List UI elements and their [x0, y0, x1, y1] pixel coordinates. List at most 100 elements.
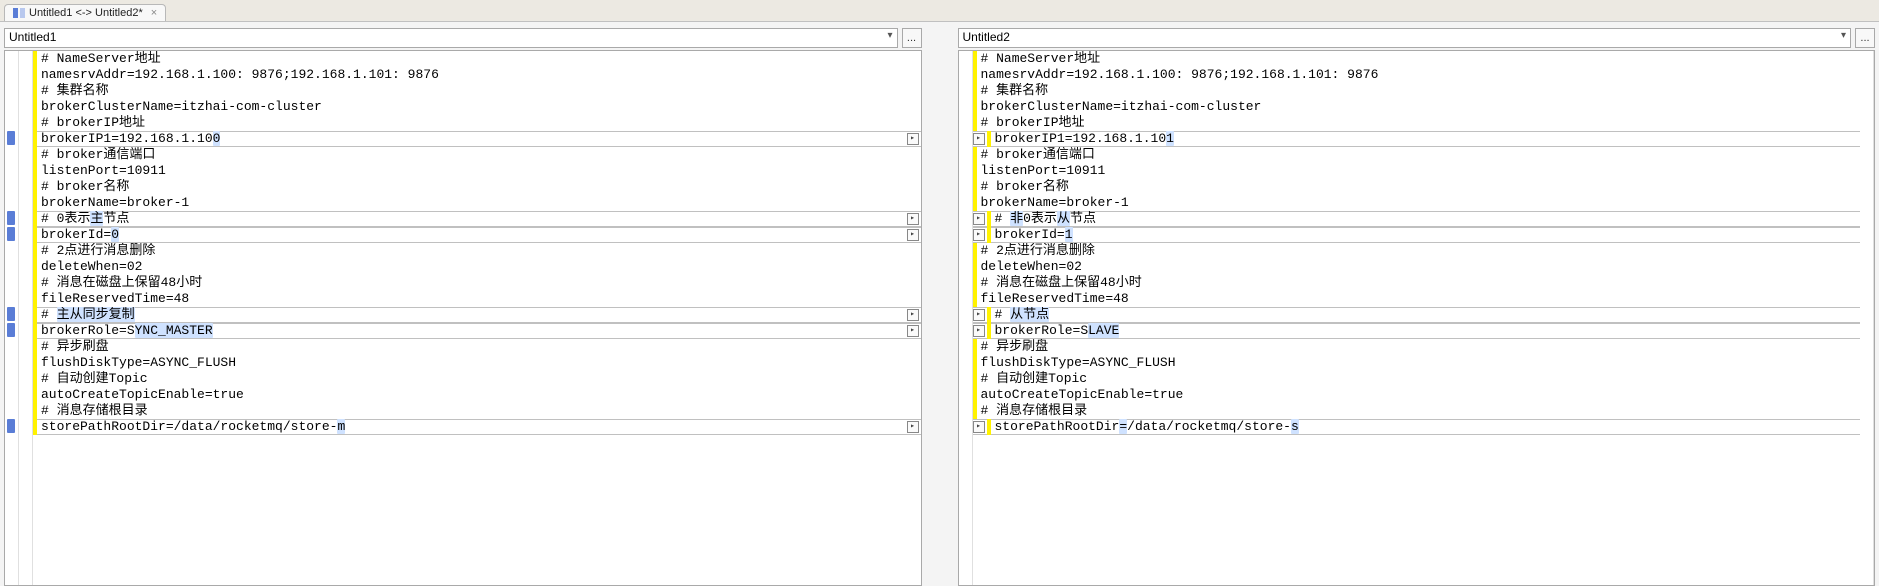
line-text: # 消息存储根目录: [37, 403, 921, 419]
code-line[interactable]: namesrvAddr=192.168.1.100: 9876;192.168.…: [973, 67, 1861, 83]
code-line[interactable]: brokerName=broker‐1: [973, 195, 1861, 211]
line-text: storePathRootDir=/data/rocketmq/store-s: [991, 419, 1861, 435]
code-line[interactable]: flushDiskType=ASYNC_FLUSH: [973, 355, 1861, 371]
diff-jump-icon[interactable]: ▸: [907, 229, 919, 241]
line-text: # brokerIP地址: [977, 115, 1861, 131]
overview-mark[interactable]: [7, 131, 15, 145]
code-line[interactable]: fileReservedTime=48: [973, 291, 1861, 307]
code-line[interactable]: # 0表示主节点▸: [33, 211, 921, 227]
code-line[interactable]: # 消息在磁盘上保留48小时: [973, 275, 1861, 291]
code-line[interactable]: # 集群名称: [33, 83, 921, 99]
line-text: # brokerIP地址: [37, 115, 921, 131]
overview-mark[interactable]: [7, 211, 15, 225]
code-line[interactable]: # 消息在磁盘上保留48小时: [33, 275, 921, 291]
code-line[interactable]: namesrvAddr=192.168.1.100: 9876;192.168.…: [33, 67, 921, 83]
code-line[interactable]: # 消息存储根目录: [33, 403, 921, 419]
code-line[interactable]: # 集群名称: [973, 83, 1861, 99]
code-line[interactable]: # 自动创建Topic: [33, 371, 921, 387]
code-line[interactable]: brokerRole=SYNC_MASTER▸: [33, 323, 921, 339]
left-filename-select[interactable]: Untitled1: [4, 28, 898, 48]
code-line[interactable]: brokerClusterName=itzhai-com-cluster: [33, 99, 921, 115]
diff-highlight: 从节点: [1010, 307, 1049, 322]
diff-jump-icon[interactable]: ▸: [973, 229, 985, 241]
line-text: listenPort=10911: [37, 163, 921, 179]
code-line[interactable]: # broker通信端口: [973, 147, 1861, 163]
code-line[interactable]: ▸# 非0表示从节点: [973, 211, 1861, 227]
code-line[interactable]: # NameServer地址: [973, 51, 1861, 67]
code-line[interactable]: # brokerIP地址: [973, 115, 1861, 131]
diff-panes: Untitled1 ... # NameServer地址namesrvAddr=…: [0, 22, 1879, 586]
left-gutter: [19, 51, 33, 585]
line-text: brokerName=broker‐1: [37, 195, 921, 211]
compare-icon: [13, 7, 25, 19]
left-more-button[interactable]: ...: [902, 28, 922, 48]
diff-highlight: 主从同步复制: [57, 307, 135, 322]
diff-highlight: YNC_MASTER: [135, 323, 213, 338]
code-line[interactable]: # broker名称: [33, 179, 921, 195]
code-line[interactable]: listenPort=10911: [33, 163, 921, 179]
code-line[interactable]: # NameServer地址: [33, 51, 921, 67]
code-line[interactable]: # brokerIP地址: [33, 115, 921, 131]
diff-jump-icon[interactable]: ▸: [973, 309, 985, 321]
line-text: # 自动创建Topic: [977, 371, 1861, 387]
code-line[interactable]: # 主从同步复制▸: [33, 307, 921, 323]
diff-jump-icon[interactable]: ▸: [907, 309, 919, 321]
code-line[interactable]: brokerIP1=192.168.1.100▸: [33, 131, 921, 147]
code-line[interactable]: listenPort=10911: [973, 163, 1861, 179]
code-line[interactable]: brokerId=0▸: [33, 227, 921, 243]
code-line[interactable]: # broker名称: [973, 179, 1861, 195]
line-text: brokerIP1=192.168.1.100: [37, 131, 907, 147]
diff-jump-icon[interactable]: ▸: [973, 325, 985, 337]
diff-jump-icon[interactable]: ▸: [907, 421, 919, 433]
code-line[interactable]: ▸ storePathRootDir=/data/rocketmq/store-s: [973, 419, 1861, 435]
diff-jump-icon[interactable]: ▸: [973, 213, 985, 225]
diff-jump-icon[interactable]: ▸: [973, 133, 985, 145]
left-editor[interactable]: # NameServer地址namesrvAddr=192.168.1.100:…: [4, 50, 922, 586]
line-text: deleteWhen=02: [37, 259, 921, 275]
code-line[interactable]: ▸brokerRole=SLAVE: [973, 323, 1861, 339]
diff-jump-icon[interactable]: ▸: [973, 421, 985, 433]
left-code[interactable]: # NameServer地址namesrvAddr=192.168.1.100:…: [33, 51, 921, 585]
line-text: brokerRole=SYNC_MASTER: [37, 323, 907, 339]
right-overview-gutter: [1860, 51, 1874, 585]
diff-highlight: 非: [1010, 211, 1023, 226]
overview-mark[interactable]: [7, 307, 15, 321]
code-line[interactable]: ▸ brokerIP1=192.168.1.101: [973, 131, 1861, 147]
right-code[interactable]: # NameServer地址namesrvAddr=192.168.1.100:…: [973, 51, 1861, 585]
diff-jump-icon[interactable]: ▸: [907, 133, 919, 145]
diff-connector-strip: [926, 28, 954, 586]
editor-tab[interactable]: Untitled1 <-> Untitled2* ×: [4, 4, 166, 21]
code-line[interactable]: # 异步刷盘: [973, 339, 1861, 355]
close-icon[interactable]: ×: [151, 7, 157, 19]
code-line[interactable]: fileReservedTime=48: [33, 291, 921, 307]
code-line[interactable]: # 消息存储根目录: [973, 403, 1861, 419]
right-filename-select[interactable]: Untitled2: [958, 28, 1852, 48]
line-text: fileReservedTime=48: [977, 291, 1861, 307]
right-more-button[interactable]: ...: [1855, 28, 1875, 48]
diff-jump-icon[interactable]: ▸: [907, 325, 919, 337]
code-line[interactable]: brokerClusterName=itzhai-com-cluster: [973, 99, 1861, 115]
line-text: brokerClusterName=itzhai-com-cluster: [37, 99, 921, 115]
overview-mark[interactable]: [7, 227, 15, 241]
diff-jump-icon[interactable]: ▸: [907, 213, 919, 225]
code-line[interactable]: # 2点进行消息删除: [33, 243, 921, 259]
code-line[interactable]: flushDiskType=ASYNC_FLUSH: [33, 355, 921, 371]
code-line[interactable]: # broker通信端口: [33, 147, 921, 163]
overview-mark[interactable]: [7, 323, 15, 337]
code-line[interactable]: storePathRootDir=/data/rocketmq/store-m▸: [33, 419, 921, 435]
line-text: brokerIP1=192.168.1.101: [991, 131, 1861, 147]
code-line[interactable]: # 异步刷盘: [33, 339, 921, 355]
code-line[interactable]: brokerName=broker‐1: [33, 195, 921, 211]
code-line[interactable]: # 自动创建Topic: [973, 371, 1861, 387]
code-line[interactable]: autoCreateTopicEnable=true: [33, 387, 921, 403]
code-line[interactable]: autoCreateTopicEnable=true: [973, 387, 1861, 403]
code-line[interactable]: ▸# 从节点: [973, 307, 1861, 323]
right-editor[interactable]: # NameServer地址namesrvAddr=192.168.1.100:…: [958, 50, 1876, 586]
overview-mark[interactable]: [7, 419, 15, 433]
code-line[interactable]: # 2点进行消息删除: [973, 243, 1861, 259]
code-line[interactable]: deleteWhen=02: [973, 259, 1861, 275]
line-text: storePathRootDir=/data/rocketmq/store-m: [37, 419, 907, 435]
line-text: namesrvAddr=192.168.1.100: 9876;192.168.…: [977, 67, 1861, 83]
code-line[interactable]: deleteWhen=02: [33, 259, 921, 275]
code-line[interactable]: ▸brokerId=1: [973, 227, 1861, 243]
